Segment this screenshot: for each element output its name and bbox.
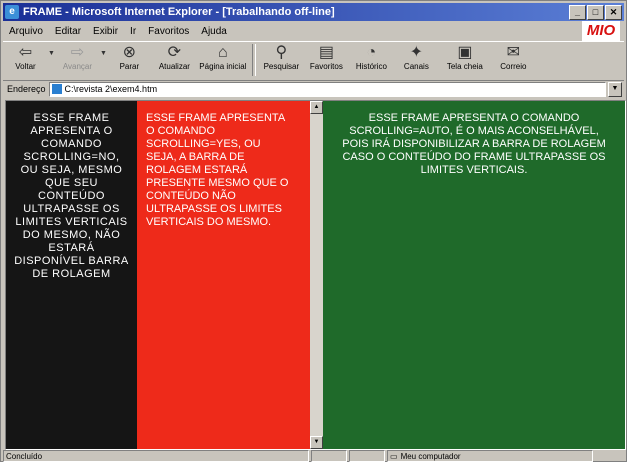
brand-logo: MIO — [582, 21, 620, 41]
status-bar: Concluído ▭ Meu computador — [3, 450, 624, 462]
scroll-down-arrow-icon[interactable]: ▼ — [310, 436, 323, 449]
back-dropdown-icon[interactable]: ▼ — [48, 50, 55, 57]
channels-button[interactable]: ✦ Canais — [394, 42, 439, 78]
toolbar-separator — [251, 44, 256, 76]
address-input[interactable]: C:\revista 2\exem4.htm — [48, 81, 606, 97]
title-bar: e FRAME - Microsoft Internet Explorer - … — [3, 3, 624, 21]
favorites-folder-icon: ▤ — [318, 44, 334, 61]
address-value: C:\revista 2\exem4.htm — [64, 84, 158, 94]
search-button[interactable]: ⚲ Pesquisar — [259, 42, 304, 78]
refresh-icon: ⟳ — [167, 44, 182, 61]
address-label: Endereço — [7, 84, 46, 94]
frame-scrolling-yes: ESSE FRAME APRESENTA O COMANDO SCROLLING… — [137, 101, 310, 449]
menu-exibir[interactable]: Exibir — [93, 26, 118, 37]
minimize-button[interactable]: _ — [569, 5, 586, 20]
scroll-up-arrow-icon[interactable]: ▲ — [310, 101, 323, 114]
address-dropdown-button[interactable]: ▼ — [608, 81, 622, 97]
forward-arrow-icon: ⇨ — [70, 44, 85, 61]
mail-button[interactable]: ✉ Correio — [491, 42, 536, 78]
frame-middle-text: ESSE FRAME APRESENTA O COMANDO SCROLLING… — [146, 112, 289, 228]
history-icon: ◔ — [366, 44, 377, 61]
frame-middle-scrollbar[interactable]: ▲ ▼ — [310, 101, 323, 449]
computer-icon: ▭ — [390, 451, 398, 461]
refresh-button[interactable]: ⟳ Atualizar — [152, 42, 197, 78]
window-title: FRAME - Microsoft Internet Explorer - [T… — [23, 6, 335, 18]
favorites-button[interactable]: ▤ Favoritos — [304, 42, 349, 78]
frame-scrolling-auto: ESSE FRAME APRESENTA O COMANDO SCROLLING… — [323, 101, 625, 449]
history-button[interactable]: ◔ Histórico — [349, 42, 394, 78]
status-pane-empty-1 — [311, 450, 347, 462]
home-icon: ⌂ — [218, 44, 228, 61]
fullscreen-button[interactable]: ▣ Tela cheia — [439, 42, 491, 78]
forward-button[interactable]: ⇨ Avançar — [55, 42, 100, 78]
browser-window: e FRAME - Microsoft Internet Explorer - … — [0, 0, 627, 462]
maximize-button[interactable]: □ — [587, 5, 604, 20]
ie-icon: e — [5, 5, 19, 19]
menu-ir[interactable]: Ir — [130, 26, 136, 37]
home-button[interactable]: ⌂ Página inicial — [197, 42, 249, 78]
address-bar: Endereço C:\revista 2\exem4.htm ▼ — [3, 81, 624, 97]
menu-favoritos[interactable]: Favoritos — [148, 26, 189, 37]
menu-editar[interactable]: Editar — [55, 26, 81, 37]
channels-icon: ✦ — [409, 44, 424, 61]
menu-arquivo[interactable]: Arquivo — [9, 26, 43, 37]
page-icon — [51, 84, 62, 94]
fullscreen-icon: ▣ — [457, 44, 473, 61]
status-zone-pane: ▭ Meu computador — [387, 450, 593, 462]
status-pane-empty-2 — [349, 450, 385, 462]
menu-ajuda[interactable]: Ajuda — [201, 26, 227, 37]
status-text: Concluído — [6, 451, 43, 461]
frame-left-text: ESSE FRAME APRESENTA O COMANDO SCROLLING… — [14, 112, 129, 280]
frame-right-text: ESSE FRAME APRESENTA O COMANDO SCROLLING… — [342, 112, 606, 176]
search-icon: ⚲ — [275, 44, 288, 61]
back-button[interactable]: ⇦ Voltar — [3, 42, 48, 78]
status-zone: Meu computador — [400, 451, 461, 461]
stop-button[interactable]: ⊗ Parar — [107, 42, 152, 78]
menu-bar: Arquivo Editar Exibir Ir Favoritos Ajuda — [3, 23, 624, 39]
back-arrow-icon: ⇦ — [18, 44, 33, 61]
frameset: ESSE FRAME APRESENTA O COMANDO SCROLLING… — [5, 100, 626, 450]
stop-icon: ⊗ — [122, 44, 137, 61]
forward-dropdown-icon[interactable]: ▼ — [100, 50, 107, 57]
mail-icon: ✉ — [506, 44, 521, 61]
toolbar: ⇦ Voltar ▼ ⇨ Avançar ▼ ⊗ Parar ⟳ Atualiz… — [3, 41, 624, 81]
window-controls: _ □ ✕ — [569, 5, 622, 20]
status-text-pane: Concluído — [3, 450, 309, 462]
close-button[interactable]: ✕ — [605, 5, 622, 20]
frame-scrolling-no: ESSE FRAME APRESENTA O COMANDO SCROLLING… — [6, 101, 137, 449]
